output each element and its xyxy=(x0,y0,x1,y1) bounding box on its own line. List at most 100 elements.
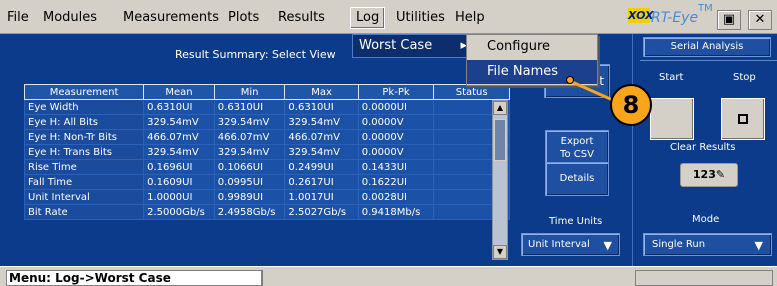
table-cell: 0.0028UI xyxy=(357,189,435,205)
col-status[interactable]: Status xyxy=(433,84,510,100)
mode-label: Mode xyxy=(692,214,720,225)
table-cell: 0.2617UI xyxy=(284,174,359,190)
table-cell: 0.0000UI xyxy=(357,99,435,115)
brand-logo: XOX xyxy=(628,8,654,23)
worst-case-menu-item[interactable]: Worst Case ▸ xyxy=(359,36,475,56)
right-panel-divider xyxy=(640,60,777,61)
table-cell: 0.0000V xyxy=(357,129,435,145)
restore-icon[interactable]: ▣ xyxy=(717,10,741,30)
table-scrollbar[interactable]: ▲ ▼ xyxy=(492,100,508,260)
table-row[interactable]: Eye H: All Bits 329.54mV 329.54mV 329.54mV 0… xyxy=(23,114,510,130)
close-icon[interactable]: ✕ xyxy=(748,10,772,30)
table-cell: 0.6310UI xyxy=(284,99,359,115)
table-cell: 0.9418Mb/s xyxy=(357,204,435,220)
col-pkpk[interactable]: Pk-Pk xyxy=(357,84,435,100)
table-row[interactable]: Eye Width 0.6310UI 0.6310UI 0.6310UI 0.0000U… xyxy=(23,99,510,115)
table-row[interactable]: Unit Interval 1.0000UI 0.9989UI 1.0017UI 0.0… xyxy=(23,189,510,205)
col-mean[interactable]: Mean xyxy=(143,84,215,100)
serial-analysis-button[interactable]: Serial Analysis xyxy=(643,37,771,57)
table-cell: Unit Interval xyxy=(23,189,145,205)
menu-help[interactable]: Help xyxy=(455,10,485,25)
scroll-thumb[interactable] xyxy=(494,119,506,161)
table-cell: Eye Width xyxy=(23,99,145,115)
results-table: Measurement Mean Min Max Pk-Pk Status Ey… xyxy=(23,84,510,220)
table-cell: 466.07mV xyxy=(143,129,215,145)
main-panel: Result Summary: Select View Measurement … xyxy=(0,34,777,266)
table-row[interactable]: Rise Time 0.1696UI 0.1066UI 0.2499UI 0.1433U… xyxy=(23,159,510,175)
table-cell: 0.1622UI xyxy=(357,174,435,190)
table-cell: Bit Rate xyxy=(23,204,145,220)
table-row[interactable]: Eye H: Trans Bits 329.54mV 329.54mV 329.54m… xyxy=(23,144,510,160)
panel-title: Result Summary: Select View xyxy=(175,48,336,61)
status-bar: Menu: Log->Worst Case xyxy=(0,266,777,286)
export-label-2: To CSV xyxy=(560,149,594,160)
menu-modules[interactable]: Modules xyxy=(43,10,97,25)
menu-results[interactable]: Results xyxy=(278,10,325,25)
table-cell: 0.0000V xyxy=(357,114,435,130)
export-label-1: Export xyxy=(560,136,594,147)
menu-log[interactable]: Log xyxy=(350,7,386,29)
menu-utilities[interactable]: Utilities xyxy=(396,10,445,25)
scroll-down-icon[interactable]: ▼ xyxy=(493,245,507,259)
table-cell: 466.07mV xyxy=(284,129,359,145)
status-text: Menu: Log->Worst Case xyxy=(6,270,262,286)
table-cell: 0.6310UI xyxy=(213,99,286,115)
start-label: Start xyxy=(659,72,684,83)
table-cell: 0.0995UI xyxy=(213,174,286,190)
col-min[interactable]: Min xyxy=(213,84,286,100)
table-cell: Eye H: Trans Bits xyxy=(23,144,145,160)
table-cell: 0.1066UI xyxy=(213,159,286,175)
table-cell: Fall Time xyxy=(23,174,145,190)
table-cell: 2.4958Gb/s xyxy=(213,204,286,220)
log-dropdown: Worst Case ▸ xyxy=(352,34,482,58)
table-cell: 0.2499UI xyxy=(284,159,359,175)
table-cell: 0.9989UI xyxy=(213,189,286,205)
table-cell: 2.5000Gb/s xyxy=(143,204,215,220)
file-names-menu-item[interactable]: File Names xyxy=(467,60,597,84)
menu-plots[interactable]: Plots xyxy=(228,10,259,25)
time-units-dropdown[interactable]: Unit Interval ▼ xyxy=(521,233,620,256)
table-cell: 466.07mV xyxy=(213,129,286,145)
clear-results-label: Clear Results xyxy=(670,142,736,153)
menu-bar: File Modules Measurements Plots Results … xyxy=(0,0,777,34)
stop-label: Stop xyxy=(733,72,756,83)
time-units-label: Time Units xyxy=(549,216,603,227)
callout-dot xyxy=(566,76,574,84)
table-row[interactable]: Eye H: Non-Tr Bits 466.07mV 466.07mV 466.07… xyxy=(23,129,510,145)
chevron-down-icon: ▼ xyxy=(603,239,612,252)
table-cell: 0.6310UI xyxy=(143,99,215,115)
mode-dropdown[interactable]: Single Run ▼ xyxy=(643,233,772,256)
table-cell: 1.0000UI xyxy=(143,189,215,205)
callout-number: 8 xyxy=(610,84,652,126)
table-row[interactable]: Fall Time 0.1609UI 0.0995UI 0.2617UI 0.1622U… xyxy=(23,174,510,190)
configure-menu-item[interactable]: Configure xyxy=(467,35,597,59)
col-measurement[interactable]: Measurement xyxy=(23,84,145,100)
brand-trademark: TM xyxy=(698,3,713,14)
table-cell: 0.1433UI xyxy=(357,159,435,175)
table-cell: 329.54mV xyxy=(213,114,286,130)
col-max[interactable]: Max xyxy=(284,84,359,100)
mode-value: Single Run xyxy=(652,239,706,250)
panel-separator xyxy=(632,34,633,266)
time-units-value: Unit Interval xyxy=(528,239,590,250)
table-row[interactable]: Bit Rate 2.5000Gb/s 2.4958Gb/s 2.5027Gb/s 0.… xyxy=(23,204,510,220)
table-cell: Eye H: All Bits xyxy=(23,114,145,130)
table-cell: 329.54mV xyxy=(284,114,359,130)
worst-case-label: Worst Case xyxy=(359,38,433,53)
status-right-pane xyxy=(635,270,773,286)
stop-icon xyxy=(738,114,748,124)
scroll-up-icon[interactable]: ▲ xyxy=(493,101,507,115)
table-cell: 1.0017UI xyxy=(284,189,359,205)
start-button[interactable] xyxy=(650,98,694,140)
clear-results-button[interactable]: 123✎ xyxy=(680,163,738,187)
stop-button[interactable] xyxy=(721,98,765,140)
table-cell: 2.5027Gb/s xyxy=(284,204,359,220)
export-csv-button[interactable]: Export To CSV xyxy=(545,130,609,164)
menu-file[interactable]: File xyxy=(7,10,29,25)
menu-measurements[interactable]: Measurements xyxy=(123,10,219,25)
brand-name: RT-Eye xyxy=(651,10,699,26)
details-button[interactable]: Details xyxy=(545,162,609,196)
table-cell: 329.54mV xyxy=(213,144,286,160)
table-cell: Eye H: Non-Tr Bits xyxy=(23,129,145,145)
table-cell: 0.1609UI xyxy=(143,174,215,190)
